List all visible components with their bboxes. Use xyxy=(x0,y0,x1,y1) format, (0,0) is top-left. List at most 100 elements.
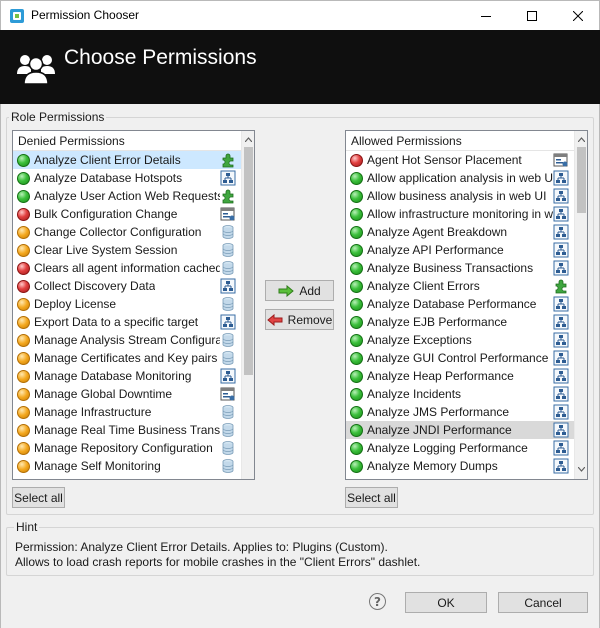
allowed-list-scrollbar[interactable] xyxy=(574,131,587,479)
scroll-down-arrow-icon[interactable] xyxy=(575,461,587,477)
allowed-list-item[interactable]: Analyze Agent Breakdown xyxy=(346,223,575,241)
ok-button[interactable]: OK xyxy=(405,592,487,613)
denied-list-item[interactable]: Manage Repository Configuration xyxy=(13,439,242,457)
allowed-list-item[interactable]: Allow application analysis in web UI xyxy=(346,169,575,187)
network-icon xyxy=(553,296,569,312)
status-orange-icon xyxy=(17,369,30,383)
allowed-scroll-thumb[interactable] xyxy=(577,147,586,213)
status-green-icon xyxy=(350,405,363,419)
database-icon xyxy=(220,242,236,258)
allowed-list-item[interactable]: Analyze EJB Performance xyxy=(346,313,575,331)
network-icon xyxy=(553,314,569,330)
denied-list-item[interactable]: Clear Live System Session xyxy=(13,241,242,259)
hint-label: Hint xyxy=(14,520,40,534)
scroll-up-arrow-icon[interactable] xyxy=(575,131,587,147)
denied-list-item[interactable]: Export Data to a specific target xyxy=(13,313,242,331)
status-green-icon xyxy=(17,171,30,185)
network-icon xyxy=(553,332,569,348)
denied-list-item[interactable]: Analyze Database Hotspots xyxy=(13,169,242,187)
scroll-up-arrow-icon[interactable] xyxy=(242,131,254,147)
allowed-list-item[interactable]: Analyze Client Errors xyxy=(346,277,575,295)
hint-line-1: Permission: Analyze Client Error Details… xyxy=(15,540,388,554)
cancel-button[interactable]: Cancel xyxy=(498,592,588,613)
dialog-header: Choose Permissions xyxy=(0,30,600,104)
database-icon xyxy=(220,296,236,312)
allowed-list-item[interactable]: Analyze GUI Control Performance xyxy=(346,349,575,367)
denied-item-label: Manage Real Time Business Transac... xyxy=(34,423,220,437)
status-orange-icon xyxy=(17,441,30,455)
hint-line-2: Allows to load crash reports for mobile … xyxy=(15,555,421,569)
allowed-list-item[interactable]: Analyze Memory Dumps xyxy=(346,457,575,475)
denied-item-label: Manage Database Monitoring xyxy=(34,369,192,383)
denied-item-label: Manage Infrastructure xyxy=(34,405,152,419)
denied-list-item[interactable]: Analyze User Action Web Requests xyxy=(13,187,242,205)
allowed-list-item[interactable]: Analyze Heap Performance xyxy=(346,367,575,385)
denied-scroll-thumb[interactable] xyxy=(244,147,253,375)
denied-list-item[interactable]: Collect Discovery Data xyxy=(13,277,242,295)
allowed-list-item[interactable]: Analyze Database Performance xyxy=(346,295,575,313)
denied-list-item[interactable]: Manage Certificates and Key pairs u... xyxy=(13,349,242,367)
allowed-list-item[interactable]: Agent Hot Sensor Placement xyxy=(346,151,575,169)
allowed-list-item[interactable]: Analyze Business Transactions xyxy=(346,259,575,277)
network-icon xyxy=(220,368,236,384)
maximize-button[interactable] xyxy=(509,1,555,31)
status-green-icon xyxy=(350,441,363,455)
denied-item-label: Deploy License xyxy=(34,297,117,311)
network-icon xyxy=(553,242,569,258)
denied-list-scrollbar[interactable] xyxy=(241,131,254,479)
denied-list-item[interactable]: Change Collector Configuration xyxy=(13,223,242,241)
denied-list-item[interactable]: Manage Infrastructure xyxy=(13,403,242,421)
network-icon xyxy=(553,458,569,474)
denied-list-item[interactable]: Manage Global Downtime xyxy=(13,385,242,403)
denied-list-item[interactable]: Analyze Client Error Details xyxy=(13,151,242,169)
page-title: Choose Permissions xyxy=(64,46,257,69)
allowed-item-label: Analyze Memory Dumps xyxy=(367,459,498,473)
denied-list-item[interactable]: Manage Real Time Business Transac... xyxy=(13,421,242,439)
allowed-permissions-list[interactable]: Allowed Permissions Agent Hot Sensor Pla… xyxy=(345,130,588,480)
database-icon xyxy=(220,260,236,276)
status-green-icon xyxy=(350,423,363,437)
denied-list-item[interactable]: Manage Database Monitoring xyxy=(13,367,242,385)
allowed-list-item[interactable]: Analyze JNDI Performance xyxy=(346,421,575,439)
allowed-list-item[interactable]: Analyze JMS Performance xyxy=(346,403,575,421)
allowed-list-item[interactable]: Allow business analysis in web UI xyxy=(346,187,575,205)
status-green-icon xyxy=(350,225,363,239)
close-button[interactable] xyxy=(555,1,600,31)
allowed-list-item[interactable]: Allow infrastructure monitoring in w... xyxy=(346,205,575,223)
allowed-list-item[interactable]: Analyze Incidents xyxy=(346,385,575,403)
denied-select-all-button[interactable]: Select all xyxy=(12,487,65,508)
denied-item-label: Manage Global Downtime xyxy=(34,387,173,401)
denied-list-item[interactable]: Manage Analysis Stream Configurati... xyxy=(13,331,242,349)
denied-item-label: Analyze Database Hotspots xyxy=(34,171,183,185)
denied-list-item[interactable]: Bulk Configuration Change xyxy=(13,205,242,223)
status-green-icon xyxy=(350,369,363,383)
status-green-icon xyxy=(350,297,363,311)
remove-button[interactable]: Remove xyxy=(265,309,334,330)
help-icon[interactable]: ? xyxy=(369,593,386,610)
status-green-icon xyxy=(350,243,363,257)
allowed-item-label: Analyze Database Performance xyxy=(367,297,537,311)
denied-list-item[interactable]: Clears all agent information cached ... xyxy=(13,259,242,277)
minimize-button[interactable] xyxy=(463,1,509,31)
remove-button-label: Remove xyxy=(287,312,333,327)
status-green-icon xyxy=(350,333,363,347)
add-button[interactable]: Add xyxy=(265,280,334,301)
database-icon xyxy=(220,350,236,366)
config-window-icon xyxy=(553,152,569,168)
network-icon xyxy=(220,278,236,294)
denied-item-label: Bulk Configuration Change xyxy=(34,207,178,221)
allowed-list-item[interactable]: Analyze Exceptions xyxy=(346,331,575,349)
denied-list-item[interactable]: Manage Self Monitoring xyxy=(13,457,242,475)
allowed-item-label: Analyze Exceptions xyxy=(367,333,472,347)
allowed-list-item[interactable]: Analyze Logging Performance xyxy=(346,439,575,457)
denied-list-item[interactable]: Deploy License xyxy=(13,295,242,313)
allowed-list-item[interactable]: Analyze API Performance xyxy=(346,241,575,259)
allowed-select-all-button[interactable]: Select all xyxy=(345,487,398,508)
status-orange-icon xyxy=(17,315,30,329)
allowed-item-label: Analyze Logging Performance xyxy=(367,441,528,455)
denied-item-label: Manage Self Monitoring xyxy=(34,459,161,473)
status-green-icon xyxy=(17,189,30,203)
close-icon xyxy=(573,11,583,21)
denied-permissions-list[interactable]: Denied Permissions Analyze Client Error … xyxy=(12,130,255,480)
status-orange-icon xyxy=(17,333,30,347)
